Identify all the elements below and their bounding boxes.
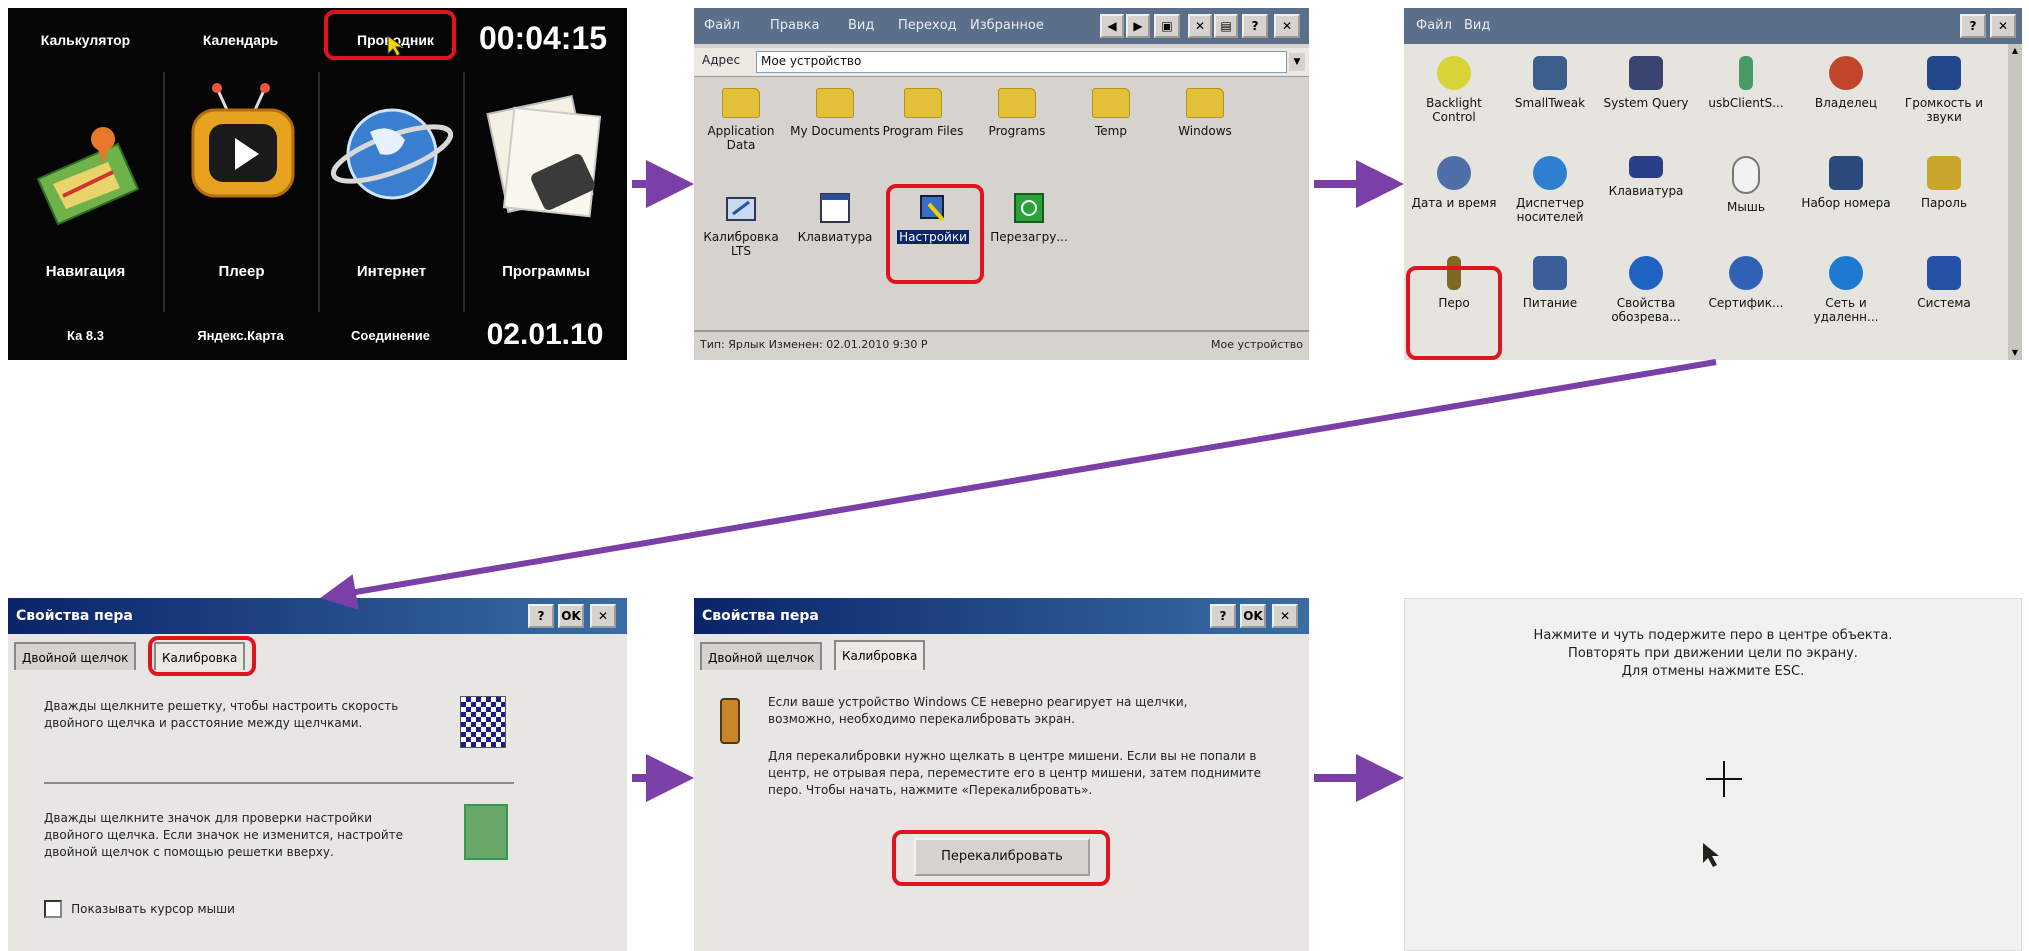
arrow-step-3-to-4 bbox=[320, 359, 1717, 610]
flow-arrows bbox=[320, 160, 1717, 802]
